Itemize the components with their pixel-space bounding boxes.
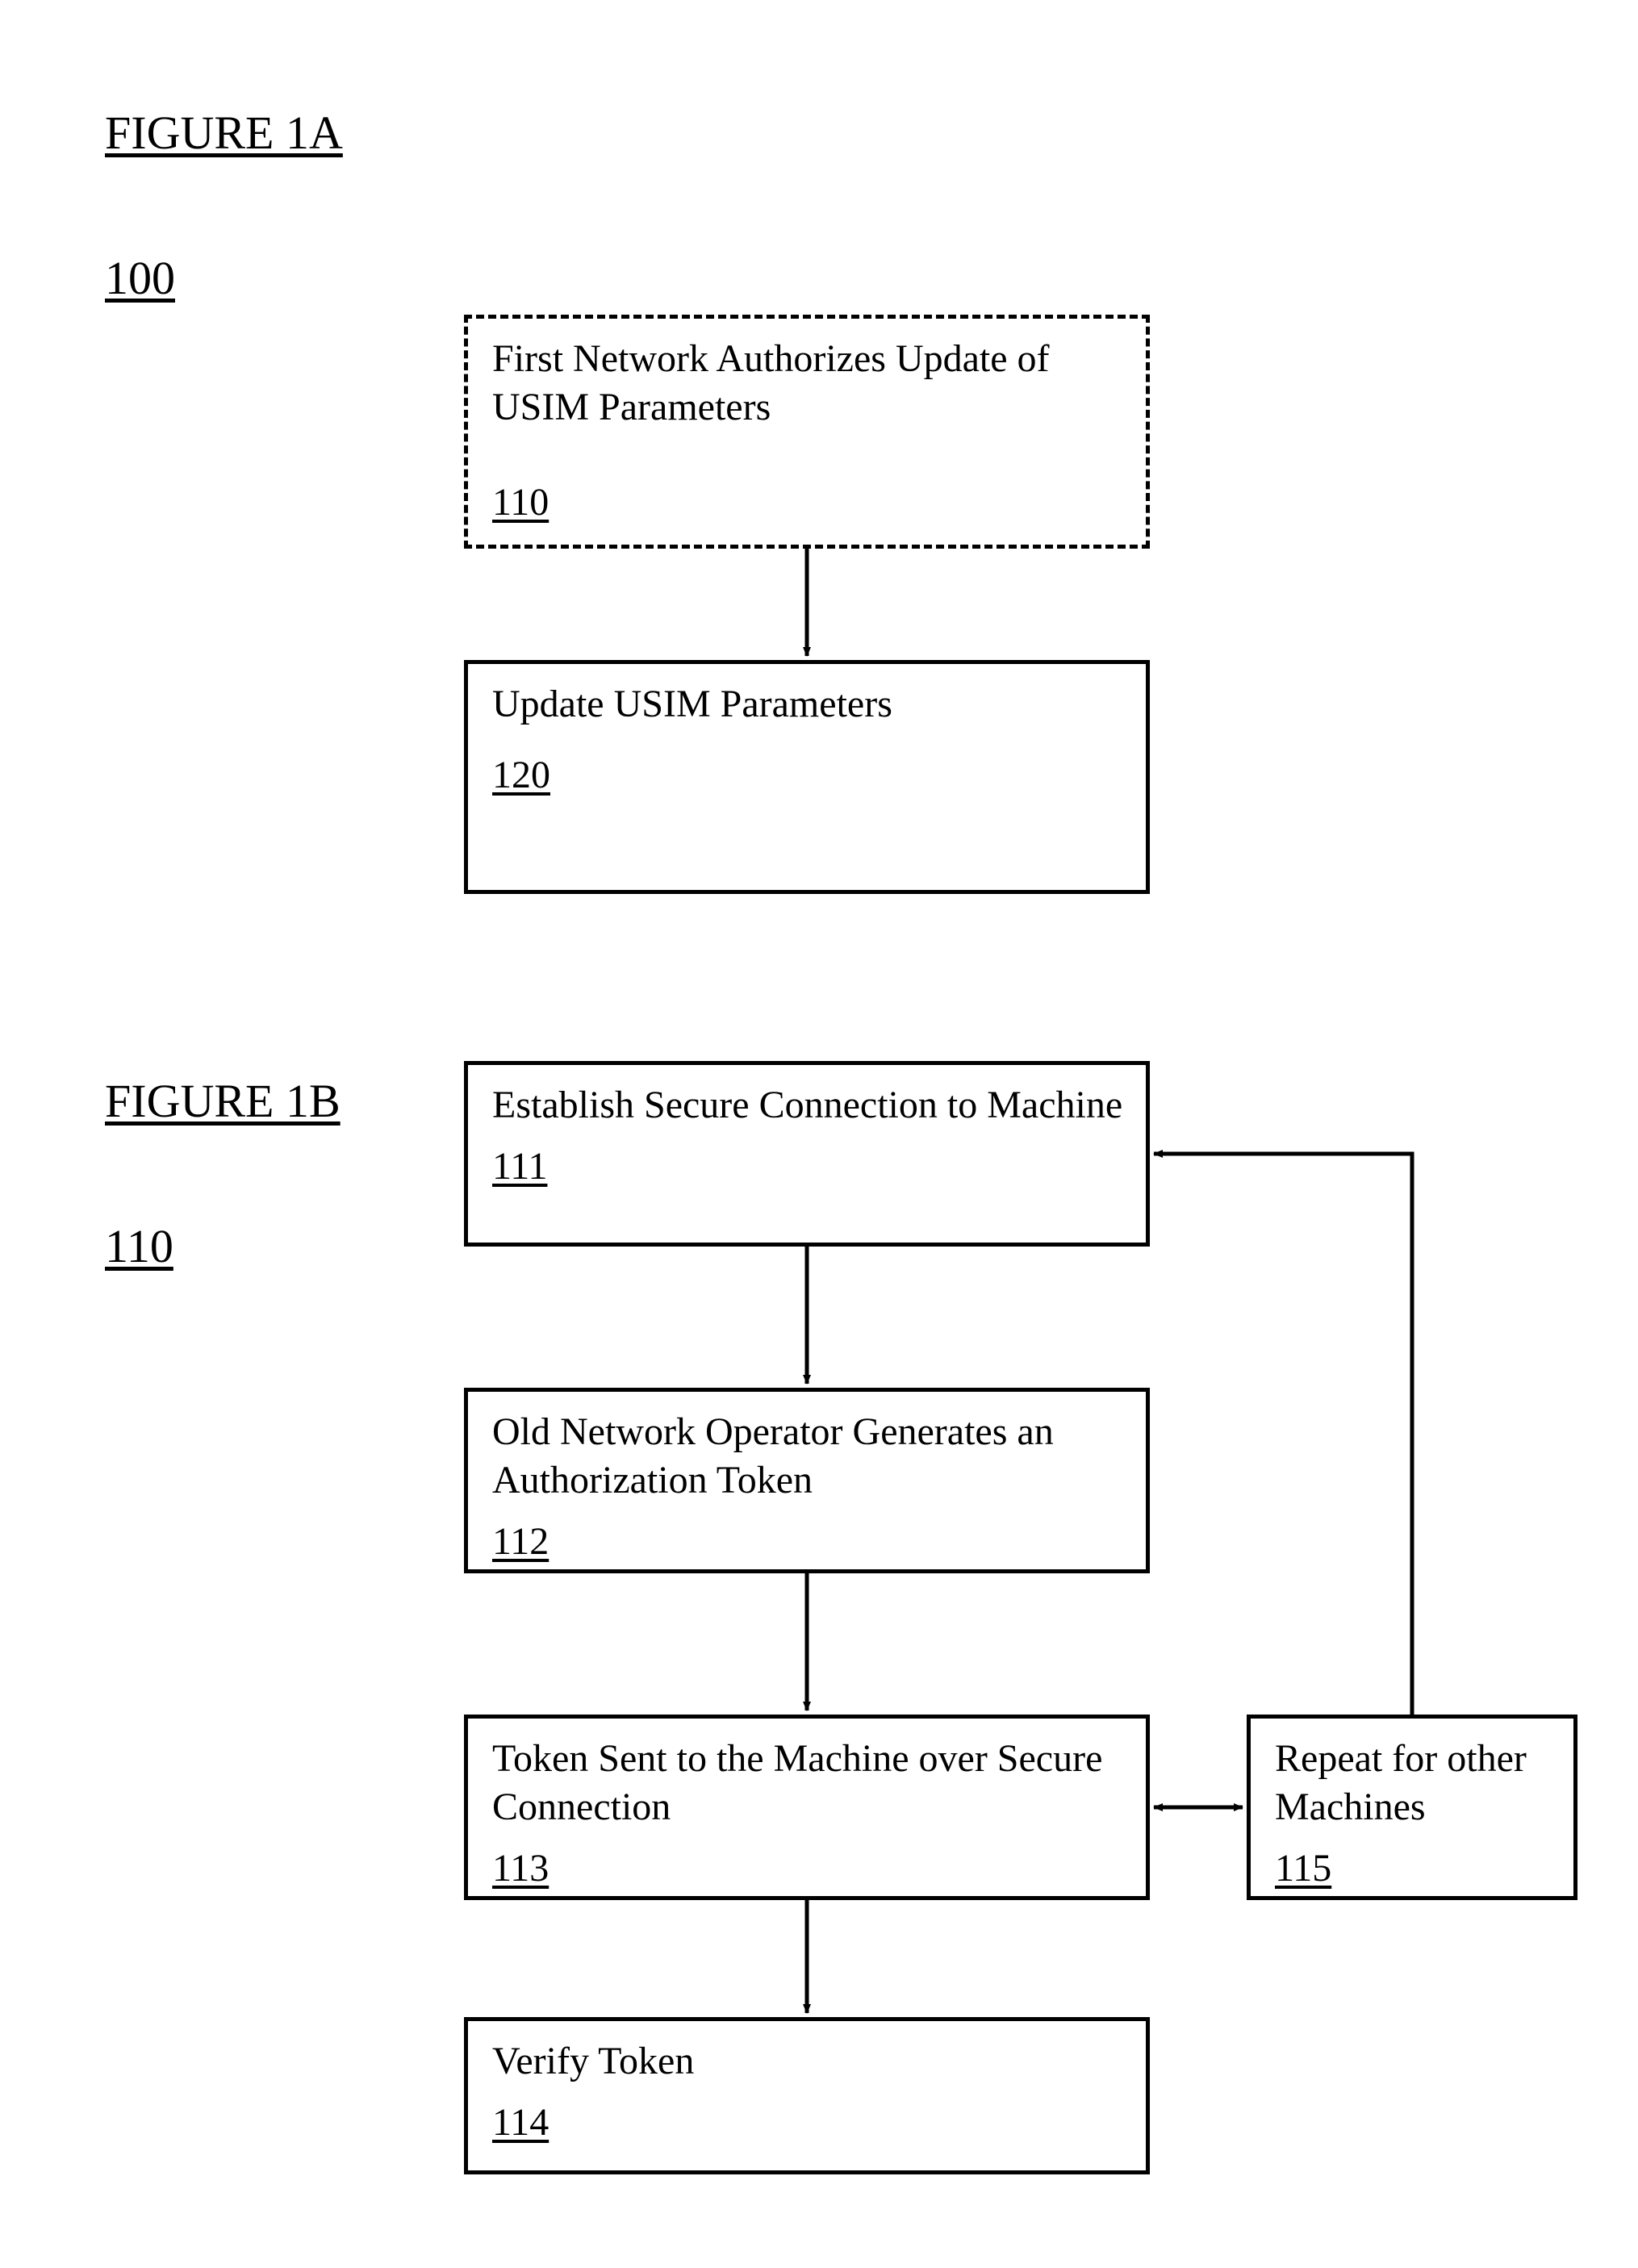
- box-generate-token: Old Network Operator Generates an Author…: [464, 1388, 1150, 1573]
- page: FIGURE 1A 100 First Network Authorizes U…: [0, 0, 1638, 2268]
- figure-1b-heading: FIGURE 1B: [105, 1073, 341, 1130]
- box-generate-token-text: Old Network Operator Generates an Author…: [492, 1408, 1125, 1505]
- box-generate-token-number: 112: [492, 1519, 549, 1564]
- box-repeat-machines: Repeat for other Machines 115: [1247, 1715, 1577, 1900]
- box-authorize-update: First Network Authorizes Update of USIM …: [464, 315, 1150, 549]
- box-repeat-machines-number: 115: [1275, 1846, 1331, 1890]
- box-send-token-text: Token Sent to the Machine over Secure Co…: [492, 1735, 1125, 1832]
- box-establish-connection-text: Establish Secure Connection to Machine: [492, 1081, 1125, 1130]
- arrow-115-to-111-feedback: [1154, 1154, 1412, 1715]
- box-update-params: Update USIM Parameters 120: [464, 660, 1150, 894]
- box-authorize-update-text: First Network Authorizes Update of USIM …: [492, 335, 1125, 432]
- box-update-params-number: 120: [492, 753, 550, 797]
- box-repeat-machines-text: Repeat for other Machines: [1275, 1735, 1552, 1832]
- figure-1b-ref-number: 110: [105, 1218, 173, 1275]
- box-update-params-text: Update USIM Parameters: [492, 680, 1125, 729]
- box-authorize-update-number: 110: [492, 480, 549, 524]
- box-verify-token-text: Verify Token: [492, 2037, 1125, 2086]
- figure-1a-ref-number: 100: [105, 250, 175, 307]
- box-verify-token-number: 114: [492, 2100, 549, 2145]
- box-verify-token: Verify Token 114: [464, 2017, 1150, 2174]
- box-send-token: Token Sent to the Machine over Secure Co…: [464, 1715, 1150, 1900]
- box-send-token-number: 113: [492, 1846, 549, 1890]
- box-establish-connection-number: 111: [492, 1144, 547, 1188]
- figure-1a-heading: FIGURE 1A: [105, 105, 343, 161]
- box-establish-connection: Establish Secure Connection to Machine 1…: [464, 1061, 1150, 1247]
